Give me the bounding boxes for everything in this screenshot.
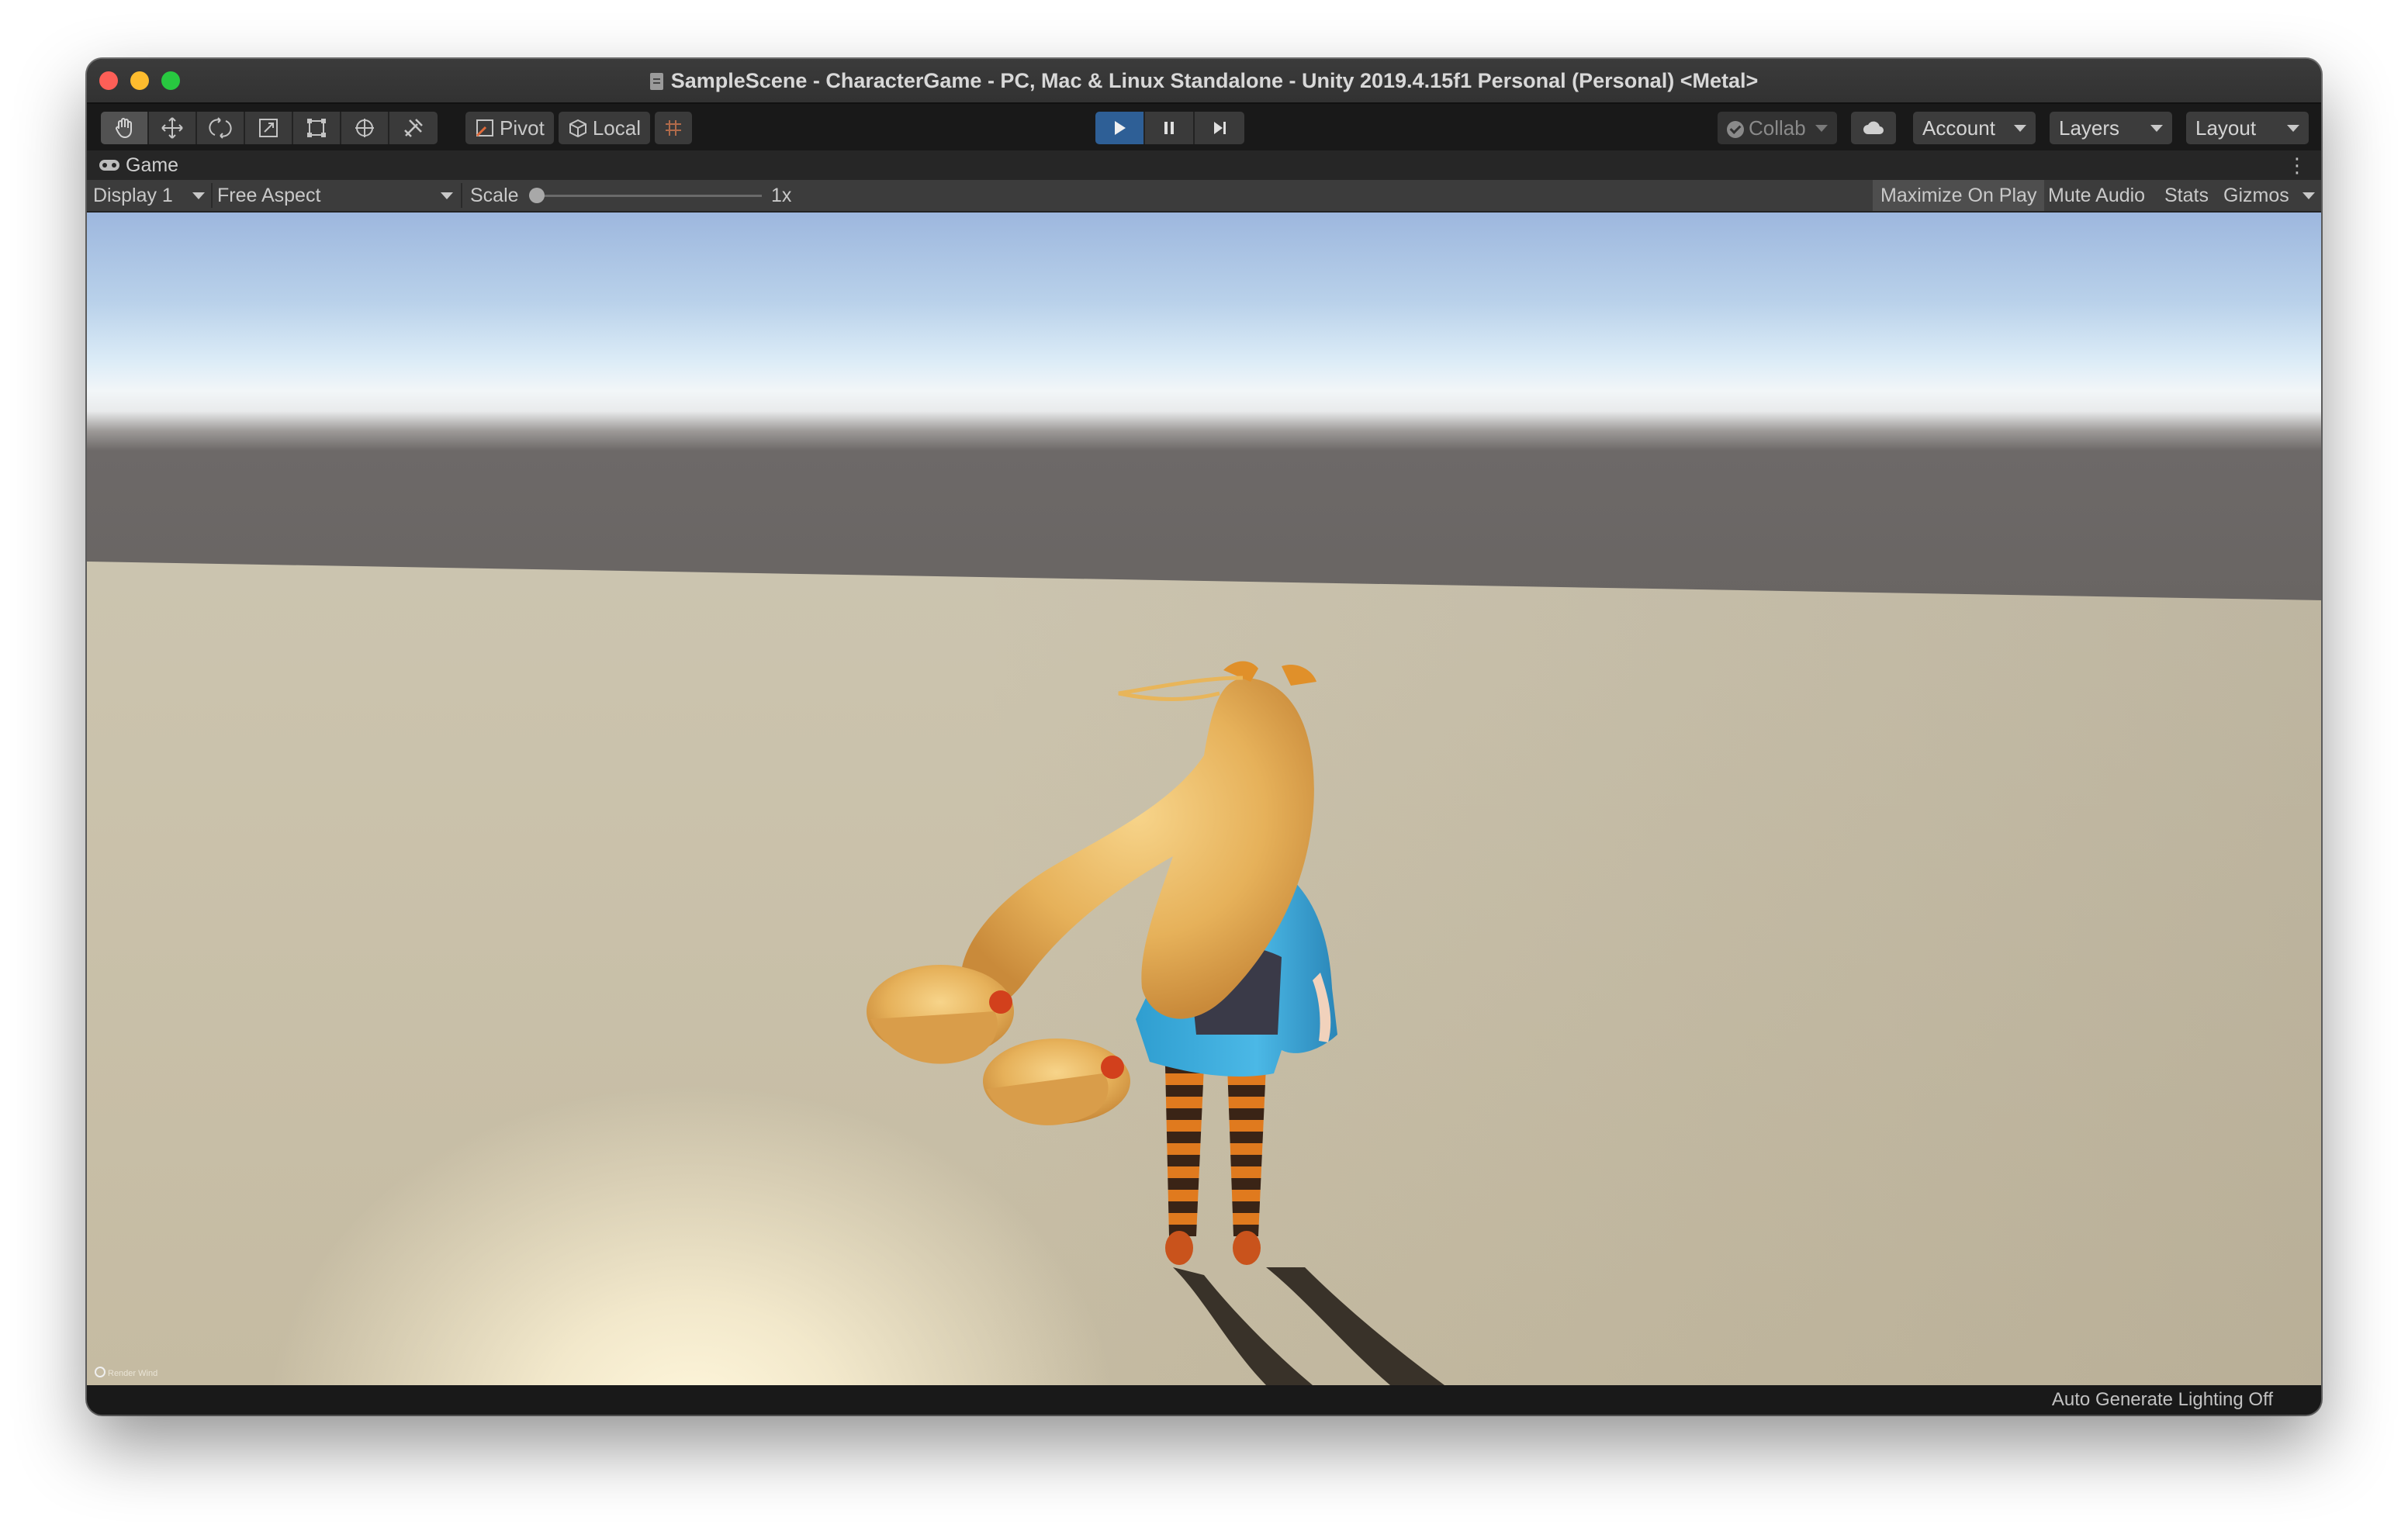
chevron-down-icon (1815, 125, 1828, 132)
scale-value: 1x (771, 185, 792, 206)
layout-label: Layout (2195, 116, 2257, 140)
wind-indicator-icon (95, 1367, 106, 1377)
rotate-tool-button[interactable] (197, 112, 245, 144)
play-button[interactable] (1095, 112, 1145, 144)
pivot-group: Pivot Local (465, 112, 697, 144)
render-wind-label: Render Wind (108, 1369, 158, 1378)
account-dropdown[interactable]: Account (1913, 112, 2036, 144)
pivot-icon (476, 119, 493, 137)
game-tab-bar: Game ⋮ (87, 150, 2321, 180)
gamepad-icon (99, 160, 119, 171)
grid-snap-toggle[interactable] (654, 112, 692, 144)
stats-toggle[interactable]: Stats (2157, 180, 2216, 211)
aspect-dropdown[interactable]: Free Aspect (217, 180, 458, 211)
left-hair-tie (989, 990, 1012, 1014)
left-leg (1165, 1066, 1204, 1236)
cloud-button[interactable] (1851, 112, 1896, 144)
move-arrows-icon (161, 117, 183, 139)
grid-snap-icon (665, 120, 681, 136)
collab-check-icon (1727, 121, 1744, 138)
display-label: Display 1 (93, 185, 173, 206)
render-wind-overlay: Render Wind (95, 1367, 157, 1378)
left-twintail-tip (870, 1011, 998, 1064)
chevron-down-icon (2150, 125, 2163, 132)
transform-tools (101, 112, 438, 144)
move-tool-button[interactable] (149, 112, 197, 144)
local-label: Local (592, 116, 641, 140)
window-title: SampleScene - CharacterGame - PC, Mac & … (87, 59, 2321, 102)
scale-slider-track[interactable] (537, 195, 762, 197)
character-model (867, 661, 1444, 1385)
play-controls (1095, 112, 1244, 144)
scale-label: Scale (470, 185, 519, 206)
lighting-status: Auto Generate Lighting Off (2051, 1389, 2273, 1410)
layout-dropdown[interactable]: Layout (2186, 112, 2309, 144)
transform-tool-button[interactable] (341, 112, 389, 144)
chevron-down-icon (2287, 125, 2299, 132)
rotate-icon (209, 117, 232, 139)
game-view-controls: Display 1 Free Aspect Scale 1x Maximize … (87, 180, 2321, 213)
gizmos-toggle[interactable]: Gizmos (2216, 180, 2297, 211)
pause-button[interactable] (1145, 112, 1195, 144)
separator (211, 183, 213, 208)
hand-tool-button[interactable] (101, 112, 149, 144)
unity-editor-window: SampleScene - CharacterGame - PC, Mac & … (87, 59, 2321, 1415)
chevron-down-icon (192, 192, 205, 199)
title-bar: SampleScene - CharacterGame - PC, Mac & … (87, 59, 2321, 104)
tools-icon (404, 119, 423, 137)
hand-icon (116, 118, 132, 139)
right-leg (1227, 1066, 1266, 1236)
right-hair-tie (1101, 1056, 1124, 1079)
game-tab-label: Game (126, 154, 179, 176)
chevron-down-icon (441, 192, 453, 199)
layers-label: Layers (2059, 116, 2120, 140)
rect-icon (307, 119, 326, 137)
local-toggle[interactable]: Local (558, 112, 650, 144)
tab-menu-kebab-icon[interactable]: ⋮ (2287, 155, 2307, 175)
tab-game[interactable]: Game (99, 150, 178, 180)
scale-icon (259, 119, 278, 137)
chevron-down-icon (2014, 125, 2026, 132)
pivot-label: Pivot (500, 116, 545, 140)
character-shadow-right (1266, 1267, 1444, 1385)
game-viewport[interactable]: Render Wind (87, 213, 2321, 1385)
step-icon (1214, 122, 1226, 134)
scale-slider-thumb[interactable] (529, 188, 545, 203)
transform-icon (355, 119, 374, 137)
hair-bow-right (1282, 664, 1316, 686)
step-button[interactable] (1195, 112, 1244, 144)
main-toolbar: Pivot Local Collab Account Layers Layout (87, 104, 2321, 150)
custom-tool-button[interactable] (389, 112, 438, 144)
pause-icon (1164, 122, 1174, 134)
right-shoe (1233, 1231, 1261, 1265)
layers-dropdown[interactable]: Layers (2050, 112, 2172, 144)
gizmos-chevron-down-icon[interactable] (2302, 192, 2315, 199)
collab-label: Collab (1749, 116, 1806, 140)
left-shoe (1165, 1231, 1193, 1265)
play-icon (1115, 121, 1126, 135)
scale-tool-button[interactable] (245, 112, 293, 144)
aspect-label: Free Aspect (217, 185, 321, 206)
cloud-icon (1863, 121, 1884, 134)
rect-tool-button[interactable] (293, 112, 341, 144)
display-dropdown[interactable]: Display 1 (93, 180, 209, 211)
separator (461, 183, 462, 208)
account-label: Account (1922, 116, 1995, 140)
window-title-text: SampleScene - CharacterGame - PC, Mac & … (670, 69, 1759, 92)
cube-icon (569, 119, 586, 138)
mute-audio-toggle[interactable]: Mute Audio (2040, 180, 2153, 211)
document-icon (649, 73, 663, 90)
collab-dropdown[interactable]: Collab (1718, 112, 1837, 144)
status-bar: Auto Generate Lighting Off (87, 1385, 2321, 1415)
maximize-on-play-toggle[interactable]: Maximize On Play (1873, 180, 2045, 211)
pivot-toggle[interactable]: Pivot (465, 112, 554, 144)
